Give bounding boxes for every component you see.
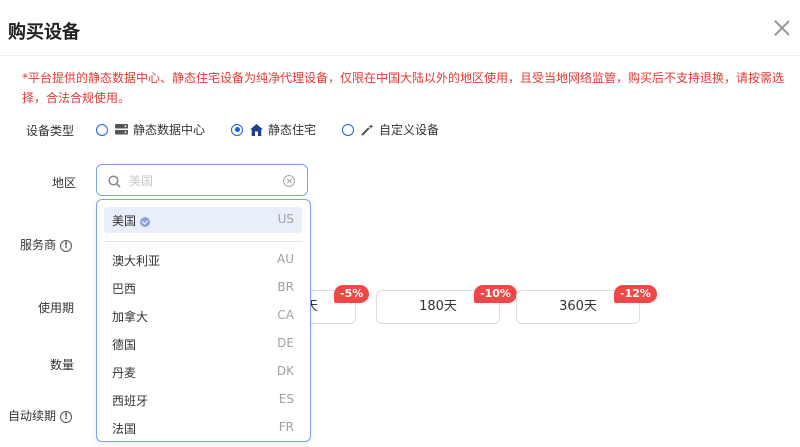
discount-badge: -5%	[334, 285, 370, 303]
dropdown-divider	[104, 241, 302, 242]
radio-button[interactable]	[96, 123, 108, 136]
country-code: DE	[277, 336, 294, 350]
country-code: US	[277, 212, 294, 226]
provider-label: 服务商!	[20, 236, 73, 253]
country-name: 德国	[112, 338, 137, 352]
radio-label: 自定义设备	[379, 123, 440, 137]
dropdown-item[interactable]: 巴西 BR	[104, 275, 302, 301]
dialog-title: 购买设备	[8, 22, 80, 43]
period-label: 使用期	[38, 301, 75, 315]
country-code: AU	[277, 252, 294, 266]
quantity-label: 数量	[50, 358, 75, 372]
dropdown-selected-item[interactable]: 美国 US	[104, 207, 302, 233]
radio-static-datacenter[interactable]: 静态数据中心	[96, 121, 205, 138]
dropdown-item[interactable]: 加拿大 CA	[104, 303, 302, 329]
close-icon[interactable]	[772, 18, 792, 38]
check-icon	[140, 216, 151, 227]
dropdown-item[interactable]: 德国 DE	[104, 331, 302, 357]
radio-label: 静态住宅	[268, 123, 317, 137]
info-icon[interactable]: !	[60, 410, 73, 423]
country-code: CA	[277, 308, 294, 322]
search-icon	[108, 173, 121, 192]
discount-badge: -12%	[614, 285, 657, 303]
magic-wand-icon	[360, 123, 374, 136]
region-search-box[interactable]	[96, 164, 308, 196]
notice-text: *平台提供的静态数据中心、静态住宅设备为纯净代理设备，仅限在中国大陆以外的地区使…	[22, 71, 785, 105]
country-code: ES	[278, 392, 294, 406]
radio-custom-device[interactable]: 自定义设备	[342, 121, 439, 138]
country-name: 加拿大	[112, 310, 149, 324]
country-name: 法国	[112, 422, 137, 436]
country-name: 西班牙	[112, 394, 149, 408]
country-code: BR	[277, 280, 294, 294]
clear-icon[interactable]	[283, 175, 295, 187]
country-name: 丹麦	[112, 366, 137, 380]
period-option-label: 360天	[559, 299, 597, 314]
country-code: FR	[278, 420, 294, 434]
auto-renew-label-text: 自动续期	[8, 409, 57, 423]
radio-button[interactable]	[342, 123, 355, 136]
server-icon	[114, 124, 128, 136]
radio-label: 静态数据中心	[133, 123, 206, 137]
device-type-label: 设备类型	[26, 124, 75, 138]
info-icon[interactable]: !	[60, 239, 73, 252]
country-name: 澳大利亚	[112, 254, 161, 268]
provider-label-text: 服务商	[20, 238, 57, 252]
auto-renew-label: 自动续期!	[8, 407, 73, 424]
country-code: DK	[276, 364, 294, 378]
header-divider	[0, 55, 800, 56]
region-dropdown: 美国 US 澳大利亚 AU 巴西 BR 加拿大 CA 德国 DE 丹麦 DK 西…	[96, 199, 311, 442]
country-name: 美国	[112, 212, 151, 229]
radio-static-residential[interactable]: 静态住宅	[231, 121, 316, 138]
period-option-label: 180天	[419, 299, 457, 314]
radio-button[interactable]	[231, 123, 244, 136]
dropdown-item[interactable]: 澳大利亚 AU	[104, 247, 302, 273]
house-icon	[249, 123, 263, 136]
discount-badge: -10%	[474, 285, 517, 303]
dropdown-item[interactable]: 法国 FR	[104, 415, 302, 441]
country-name: 巴西	[112, 282, 137, 296]
region-label: 地区	[52, 176, 77, 190]
device-type-radio-group: 静态数据中心 静态住宅 自定义设备	[96, 121, 465, 138]
country-name-text: 美国	[112, 214, 137, 228]
dropdown-item[interactable]: 丹麦 DK	[104, 359, 302, 385]
region-search-input[interactable]	[127, 171, 281, 191]
dropdown-item[interactable]: 西班牙 ES	[104, 387, 302, 413]
